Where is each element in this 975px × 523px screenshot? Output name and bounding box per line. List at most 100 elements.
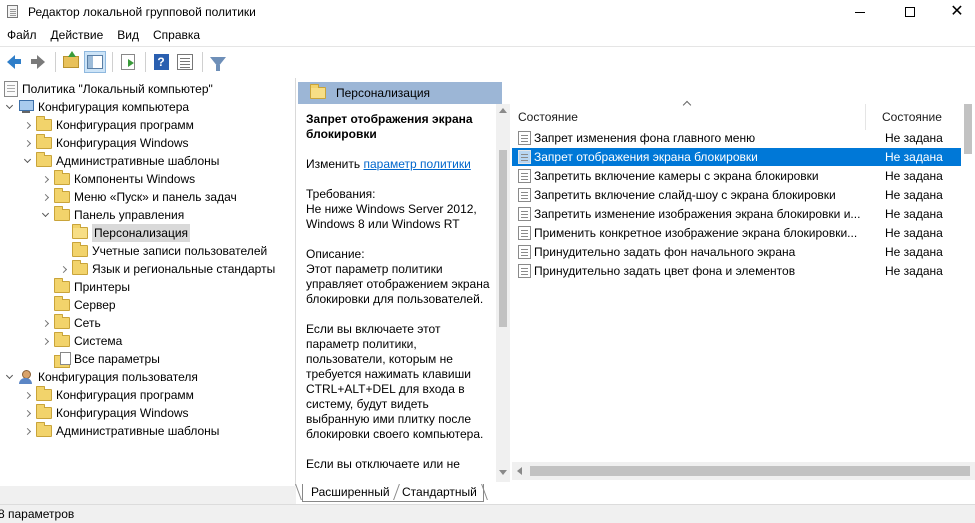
tree-item-network[interactable]: Сеть [40, 314, 101, 332]
expand-chevron-icon[interactable] [22, 134, 32, 152]
tree-item-label: Конфигурация компьютера [38, 100, 190, 114]
collapse-chevron-icon[interactable] [4, 368, 14, 386]
collapse-chevron-icon[interactable] [40, 206, 50, 224]
close-icon: ✕ [950, 3, 964, 20]
menu-action[interactable]: Действие [44, 24, 111, 46]
expand-chevron-icon[interactable] [22, 404, 32, 422]
open-folder-icon [72, 224, 88, 239]
list-item[interactable]: Запрет изменения фона главного меню Не з… [512, 129, 975, 147]
tree-item-windows-components[interactable]: Компоненты Windows [40, 170, 195, 188]
column-header-name[interactable]: Состояние [518, 110, 578, 126]
close-button[interactable]: ✕ [934, 0, 975, 24]
tree-item-label: Принтеры [74, 280, 130, 294]
back-button[interactable] [3, 51, 25, 73]
expand-chevron-icon[interactable] [22, 116, 32, 134]
tab-extended[interactable]: Расширенный [302, 484, 396, 502]
list-item[interactable]: Запретить изменение изображения экрана б… [512, 205, 975, 223]
policy-setting-icon [518, 169, 531, 183]
description-block: Описание: Этот параметр политики управля… [306, 247, 492, 307]
tree-item-start-menu[interactable]: Меню «Пуск» и панель задач [40, 188, 237, 206]
tree-item-regional-options[interactable]: Язык и региональные стандарты [58, 260, 275, 278]
tree-item-software-settings[interactable]: Конфигурация программ [22, 116, 194, 134]
computer-icon [18, 100, 34, 114]
forward-button[interactable] [27, 51, 49, 73]
folder-icon [36, 116, 52, 131]
expand-chevron-icon[interactable] [22, 386, 32, 404]
menu-help[interactable]: Справка [146, 24, 207, 46]
folder-icon [54, 296, 70, 311]
tree-item-user-software-settings[interactable]: Конфигурация программ [22, 386, 194, 404]
description-scroll-thumb[interactable] [499, 150, 507, 327]
list-item[interactable]: Принудительно задать цвет фона и элемент… [512, 262, 975, 280]
tree-item-user-windows-settings[interactable]: Конфигурация Windows [22, 404, 189, 422]
minimize-button[interactable] [837, 0, 883, 24]
tree-item-user-accounts[interactable]: Учетные записи пользователей [58, 242, 267, 260]
tree-item-label: Конфигурация программ [56, 118, 194, 132]
properties-button[interactable] [174, 51, 196, 73]
policy-setting-icon [518, 150, 531, 164]
properties-icon [177, 53, 193, 70]
help-button[interactable]: ? [150, 51, 172, 73]
setting-name: Запретить изменение изображения экрана б… [534, 207, 861, 221]
menu-file[interactable]: Файл [0, 24, 44, 46]
tree-item-computer-config[interactable]: Конфигурация компьютера [4, 98, 189, 116]
toolbar-separator [202, 51, 203, 72]
tree-horizontal-scrollbar[interactable] [0, 486, 296, 504]
edit-policy-link[interactable]: параметр политики [363, 157, 470, 171]
tree-item-user-admin-templates[interactable]: Административные шаблоны [22, 422, 219, 440]
tree-item-system[interactable]: Система [40, 332, 122, 350]
tree-item-label: Конфигурация программ [56, 388, 194, 402]
column-divider[interactable] [865, 104, 866, 130]
expand-chevron-icon[interactable] [58, 260, 68, 278]
filter-button[interactable] [207, 51, 229, 73]
maximize-button[interactable] [887, 0, 933, 24]
column-header-state[interactable]: Состояние [882, 110, 942, 126]
menu-view[interactable]: Вид [110, 24, 146, 46]
forward-arrow-icon [31, 54, 45, 69]
list-horizontal-scroll-thumb[interactable] [530, 466, 970, 476]
expand-chevron-icon[interactable] [40, 188, 50, 206]
setting-state: Не задана [885, 245, 943, 259]
list-item[interactable]: Принудительно задать фон начального экра… [512, 243, 975, 261]
expand-chevron-icon[interactable] [40, 314, 50, 332]
tree-item-root[interactable]: Политика "Локальный компьютер" [4, 80, 213, 98]
tree-item-printers[interactable]: Принтеры [40, 278, 130, 296]
setting-state: Не задана [885, 207, 943, 221]
scroll-left-arrow-icon[interactable] [517, 467, 522, 475]
expand-chevron-icon[interactable] [40, 170, 50, 188]
export-list-button[interactable] [117, 51, 139, 73]
expand-chevron-icon[interactable] [22, 422, 32, 440]
tree-item-server[interactable]: Сервер [40, 296, 116, 314]
collapse-chevron-icon[interactable] [22, 152, 32, 170]
list-item[interactable]: Применить конкретное изображение экрана … [512, 224, 975, 242]
up-level-button[interactable] [60, 50, 82, 73]
list-vertical-scroll-thumb[interactable] [964, 104, 972, 154]
folder-icon [54, 188, 70, 203]
list-item-selected[interactable]: Запрет отображения экрана блокировки Не … [512, 148, 975, 166]
tree-item-label: Политика "Локальный компьютер" [22, 82, 213, 96]
tree-item-admin-templates[interactable]: Административные шаблоны [22, 152, 219, 170]
show-hide-tree-button[interactable] [84, 50, 106, 73]
collapse-chevron-icon[interactable] [4, 98, 14, 116]
tree-item-label: Учетные записи пользователей [92, 244, 268, 258]
policy-setting-icon [518, 264, 531, 278]
tree-item-all-settings[interactable]: Все параметры [40, 350, 160, 368]
policy-setting-icon [518, 245, 531, 259]
tree-item-user-config[interactable]: Конфигурация пользователя [4, 368, 198, 386]
policy-title: Запрет отображения экрана блокировки [306, 112, 473, 141]
title-bar: Редактор локальной групповой политики [0, 0, 975, 24]
expand-chevron-icon[interactable] [40, 332, 50, 350]
tree-item-control-panel[interactable]: Панель управления [40, 206, 184, 224]
tab-standard[interactable]: Стандартный [396, 484, 484, 502]
list-item[interactable]: Запретить включение слайд-шоу с экрана б… [512, 186, 975, 204]
list-vertical-scrollbar[interactable] [961, 104, 975, 462]
folder-icon [36, 152, 52, 167]
tree-item-windows-settings[interactable]: Конфигурация Windows [22, 134, 189, 152]
enabled-text: Если вы включаете этот параметр политики… [306, 322, 484, 441]
tree-item-personalization[interactable]: Персонализация [58, 224, 191, 242]
all-settings-icon [54, 351, 71, 368]
scroll-up-arrow-icon[interactable] [499, 108, 507, 113]
status-count: 8 параметров [0, 507, 75, 521]
list-item[interactable]: Запретить включение камеры с экрана блок… [512, 167, 975, 185]
scroll-down-arrow-icon[interactable] [499, 470, 507, 475]
